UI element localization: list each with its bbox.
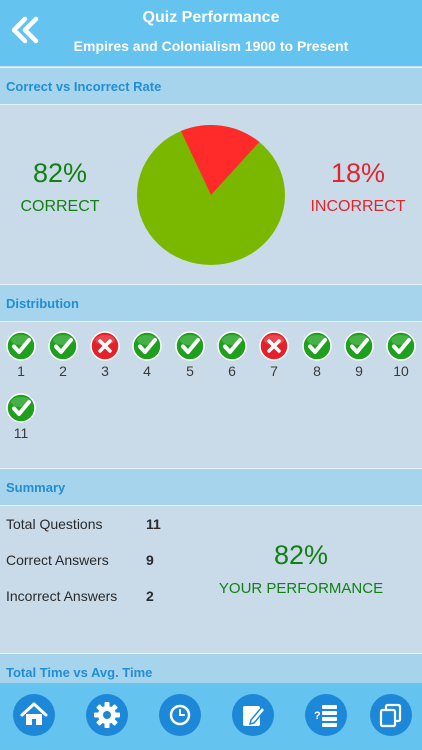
check-icon (344, 331, 374, 361)
total-questions-value: 11 (146, 516, 161, 532)
copy-icon (379, 703, 402, 728)
incorrect-answers-value: 2 (146, 588, 154, 604)
check-icon (175, 331, 205, 361)
distribution-item: 4 (126, 331, 168, 379)
check-icon (302, 331, 332, 361)
distribution-item: 2 (42, 331, 84, 379)
question-number: 3 (101, 363, 109, 379)
incorrect-answers-label: Incorrect Answers (6, 588, 118, 604)
incorrect-percentage: 18% (330, 158, 386, 188)
distribution-item: 1 (0, 331, 42, 379)
check-icon (6, 393, 36, 423)
summary-panel: Total Questions 11 Correct Answers 9 Inc… (0, 506, 422, 652)
gear-icon (94, 702, 120, 728)
distribution-item: 6 (211, 331, 253, 379)
check-icon (386, 331, 416, 361)
distribution-item: 9 (338, 331, 380, 379)
svg-text:?: ? (314, 710, 321, 722)
performance-percentage: 82% (273, 540, 329, 570)
page-subtitle: Empires and Colonialism 1900 to Present (73, 38, 349, 54)
distribution-panel: 1 2 3 4 5 6 7 8 9 10 11 (0, 322, 422, 467)
copy-button[interactable] (370, 694, 412, 736)
settings-button[interactable] (86, 694, 128, 736)
question-number: 5 (186, 363, 194, 379)
performance-label: YOUR PERFORMANCE (218, 580, 384, 597)
distribution-item: 5 (169, 331, 211, 379)
header: Quiz Performance Empires and Colonialism… (0, 0, 422, 66)
bottom-tab-bar: ? (0, 683, 422, 750)
distribution-item: 11 (0, 393, 42, 441)
incorrect-label: INCORRECT (310, 198, 406, 215)
correct-percentage: 82% (32, 158, 88, 188)
home-icon (20, 702, 48, 725)
question-number: 2 (59, 363, 67, 379)
correct-answers-value: 9 (146, 552, 154, 568)
history-button[interactable] (159, 694, 201, 736)
clock-icon (169, 704, 191, 726)
edit-button[interactable] (232, 694, 274, 736)
edit-icon (243, 705, 267, 726)
total-questions-label: Total Questions (6, 516, 103, 532)
question-number: 4 (143, 363, 151, 379)
correct-label: CORRECT (20, 198, 100, 215)
question-number: 1 (17, 363, 25, 379)
home-button[interactable] (13, 694, 55, 736)
summary-section-title: Summary (6, 480, 66, 495)
question-number: 6 (228, 363, 236, 379)
question-number: 8 (313, 363, 321, 379)
question-number: 11 (13, 425, 29, 441)
distribution-item: 7 (253, 331, 295, 379)
cross-icon (259, 331, 289, 361)
question-list-button[interactable]: ? (305, 694, 347, 736)
distribution-section-header: Distribution (0, 284, 422, 322)
question-list-icon: ? (314, 705, 337, 727)
check-icon (217, 331, 247, 361)
question-number: 9 (355, 363, 363, 379)
distribution-item: 3 (84, 331, 126, 379)
question-number: 10 (393, 363, 409, 379)
time-section-title: Total Time vs Avg. Time (6, 665, 153, 680)
cross-icon (90, 331, 120, 361)
summary-section-header: Summary (0, 468, 422, 506)
rate-section-title: Correct vs Incorrect Rate (6, 79, 162, 94)
page-title: Quiz Performance (142, 9, 280, 26)
question-number: 7 (270, 363, 278, 379)
rate-panel: 82% CORRECT 18% INCORRECT (0, 105, 422, 283)
distribution-section-title: Distribution (6, 296, 79, 311)
distribution-item: 10 (380, 331, 422, 379)
distribution-item: 8 (296, 331, 338, 379)
correct-incorrect-pie-chart (137, 125, 285, 265)
check-icon (6, 331, 36, 361)
rate-section-header: Correct vs Incorrect Rate (0, 67, 422, 105)
check-icon (48, 331, 78, 361)
check-icon (132, 331, 162, 361)
correct-answers-label: Correct Answers (6, 552, 109, 568)
